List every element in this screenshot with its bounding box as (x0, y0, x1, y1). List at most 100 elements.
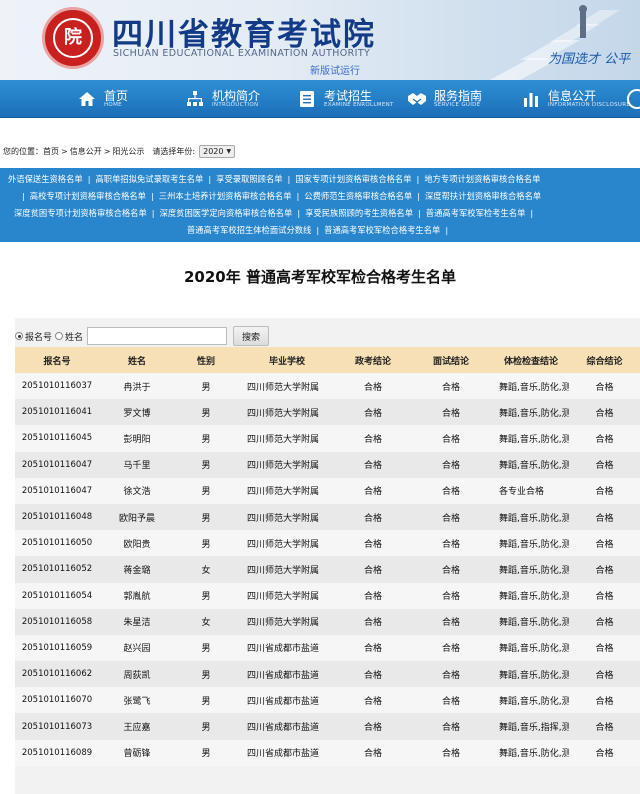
radio-name[interactable] (55, 332, 64, 340)
table-cell: 合格 (595, 461, 614, 472)
table-cell: 郭胤航 (123, 592, 151, 603)
year-prompt: 请选择年份: (152, 147, 196, 156)
radio-reg-number[interactable] (15, 332, 23, 340)
category-link[interactable]: 普通高考军校招生体检面试分数线 (187, 224, 311, 236)
table-row: 2051010116089 曾砺锋 男 四川省成都市盐道 合格 合格 舞蹈,音乐,防化,测 合… (15, 739, 640, 766)
table-cell: 舞蹈,音乐,防化,测 (499, 565, 569, 576)
table-cell: 2051010116070 (21, 695, 93, 706)
nav-info-disclosure[interactable]: 信息公开 INFORMATION DISCLOSURE (520, 85, 630, 113)
breadcrumb-sunshine[interactable]: 阳光公示 (112, 146, 144, 157)
category-link[interactable]: 外语保送生资格名单 (8, 173, 83, 185)
table-cell: 四川师范大学附属 (247, 513, 320, 524)
table-cell: 四川省成都市盐道 (247, 696, 320, 707)
table-cell: 舞蹈,音乐,防化,测 (499, 513, 569, 524)
category-link[interactable]: 深度贫困医学定向资格审核合格名单 (160, 207, 293, 219)
table-cell: 冉洪于 (123, 382, 151, 393)
table-cell: 舞蹈,音乐,防化,测 (499, 461, 569, 472)
breadcrumb-sep: > (61, 147, 68, 156)
beta-note: 新版试运行 (310, 66, 360, 77)
table-cell: 合格 (363, 487, 382, 498)
table-cell: 舞蹈,音乐,防化,测 (499, 696, 569, 707)
table-cell: 合格 (441, 513, 460, 524)
table-header: 报名号 姓名 性别 毕业学校 政考结论 面试结论 体检检查结论 综合结论 (15, 347, 640, 373)
nav-exam-enrollment[interactable]: 考试招生 EXAMINE ENROLLMENT (296, 85, 394, 113)
table-cell: 合格 (441, 565, 460, 576)
column-header: 毕业学校 (268, 356, 305, 367)
category-link[interactable]: 高校专项计划资格审核合格名单 (30, 190, 146, 202)
exam-list-icon (296, 88, 318, 110)
table-cell: 欧阳予晨 (118, 513, 155, 524)
table-cell: 赵兴园 (123, 644, 151, 655)
table-cell: 男 (201, 408, 211, 419)
table-cell: 合格 (441, 696, 460, 707)
year-select[interactable]: 2020 ▼ (199, 145, 236, 158)
table-cell: 合格 (595, 592, 614, 603)
breadcrumb-sep: > (103, 147, 111, 156)
table-cell: 男 (201, 382, 211, 393)
nav-home-en: HOME (104, 101, 122, 108)
breadcrumb-prefix: 您的位置： (3, 147, 43, 156)
radio-name-label: 姓名 (65, 332, 84, 343)
table-cell: 合格 (363, 408, 382, 419)
table-row: 2051010116059 赵兴园 男 四川省成都市盐道 合格 合格 舞蹈,音乐,防化,测 合… (15, 634, 640, 662)
table-cell: 合格 (595, 565, 614, 576)
table-cell: 女 (201, 618, 211, 629)
table-cell: 2051010116048 (21, 512, 93, 523)
table-row: 2051010116037 冉洪于 男 四川师范大学附属 合格 合格 舞蹈,音乐,防化,测 合… (15, 373, 640, 400)
table-cell: 2051010116052 (21, 564, 93, 575)
table-cell: 周荻凯 (123, 670, 151, 681)
site-subtitle: SICHUAN EDUCATIONAL EXAMINATION AUTHORIT… (113, 48, 371, 59)
next-nav-icon[interactable] (626, 88, 640, 110)
nav-introduction[interactable]: 机构简介 INTRODUCTION (184, 85, 260, 113)
category-link[interactable]: 三州本土培养计划资格审核合格名单 (159, 190, 292, 202)
table-cell: 2051010116047 (21, 459, 93, 470)
column-header: 综合结论 (586, 356, 623, 367)
table-cell: 2051010116059 (21, 642, 93, 653)
category-link[interactable]: 普通高考军校军检考生名单 (426, 207, 526, 219)
link-row: | 高校专项计划资格审核合格名单 | 三州本土培养计划资格审核合格名单 | 公费师范… (22, 190, 542, 202)
category-link[interactable]: 深度贫困专项计划资格审核合格名单 (14, 207, 147, 219)
slogan: 为国选才 公平 (548, 52, 631, 67)
table-row: 2051010116054 郭胤航 男 四川师范大学附属 合格 合格 舞蹈,音乐,防化,测 合… (15, 582, 640, 609)
table-cell: 合格 (595, 749, 614, 760)
table-cell: 合格 (363, 696, 382, 707)
search-button[interactable]: 搜索 (233, 326, 270, 346)
chevron-down-icon: ▼ (226, 148, 232, 155)
table-cell: 朱星洁 (123, 618, 151, 629)
site-logo[interactable]: 院 (42, 7, 104, 69)
category-link[interactable]: 深度帮扶计划资格审核合格名单 (425, 190, 541, 202)
search-bar: 报名号 姓名 搜索 (15, 326, 270, 346)
table-cell: 合格 (595, 434, 614, 445)
table-cell: 舞蹈,音乐,指挥,测 (499, 723, 569, 734)
nav-introduction-label: 机构简介 (212, 88, 261, 103)
table-cell: 男 (201, 696, 211, 707)
table-cell: 2051010116054 (21, 590, 93, 601)
table-cell: 合格 (441, 382, 460, 393)
table-cell: 合格 (441, 644, 460, 655)
table-cell: 合格 (441, 749, 460, 760)
table-cell: 合格 (595, 487, 614, 498)
table-cell: 男 (201, 461, 211, 472)
table-cell: 舞蹈,音乐,防化,测 (499, 670, 569, 681)
breadcrumb-home[interactable]: 首页 (43, 146, 59, 157)
category-link[interactable]: 普通高考军校军检合格考生名单 (324, 224, 440, 236)
nav-info-disclosure-en: INFORMATION DISCLOSURE (548, 101, 631, 108)
nav-service-guide[interactable]: 服务指南 SERVICE GUIDE (406, 85, 482, 113)
table-cell: 2051010116047 (21, 485, 93, 496)
category-link[interactable]: 高职单招拟免试录取考生名单 (95, 173, 203, 185)
category-link[interactable]: 享受录取照顾名单 (216, 173, 282, 185)
table-cell: 合格 (363, 513, 382, 524)
site-banner: 院 四川省教育考试院 SICHUAN EDUCATIONAL EXAMINATI… (0, 0, 640, 80)
column-header: 政考结论 (354, 356, 391, 367)
table-cell: 合格 (441, 723, 460, 734)
table-cell: 男 (201, 749, 211, 760)
category-link[interactable]: 享受民族照顾的考生资格名单 (305, 207, 413, 219)
table-cell: 四川师范大学附属 (247, 382, 320, 393)
category-link[interactable]: 地方专项计划资格审核合格名单 (424, 173, 540, 185)
nav-home[interactable]: 首页 HOME (76, 85, 128, 113)
table-cell: 合格 (441, 592, 460, 603)
search-input[interactable] (87, 327, 228, 345)
category-link[interactable]: 国家专项计划资格审核合格名单 (295, 173, 411, 185)
category-link[interactable]: 公费师范生资格审核合格名单 (304, 190, 412, 202)
breadcrumb-info-public[interactable]: 信息公开 (70, 146, 102, 157)
